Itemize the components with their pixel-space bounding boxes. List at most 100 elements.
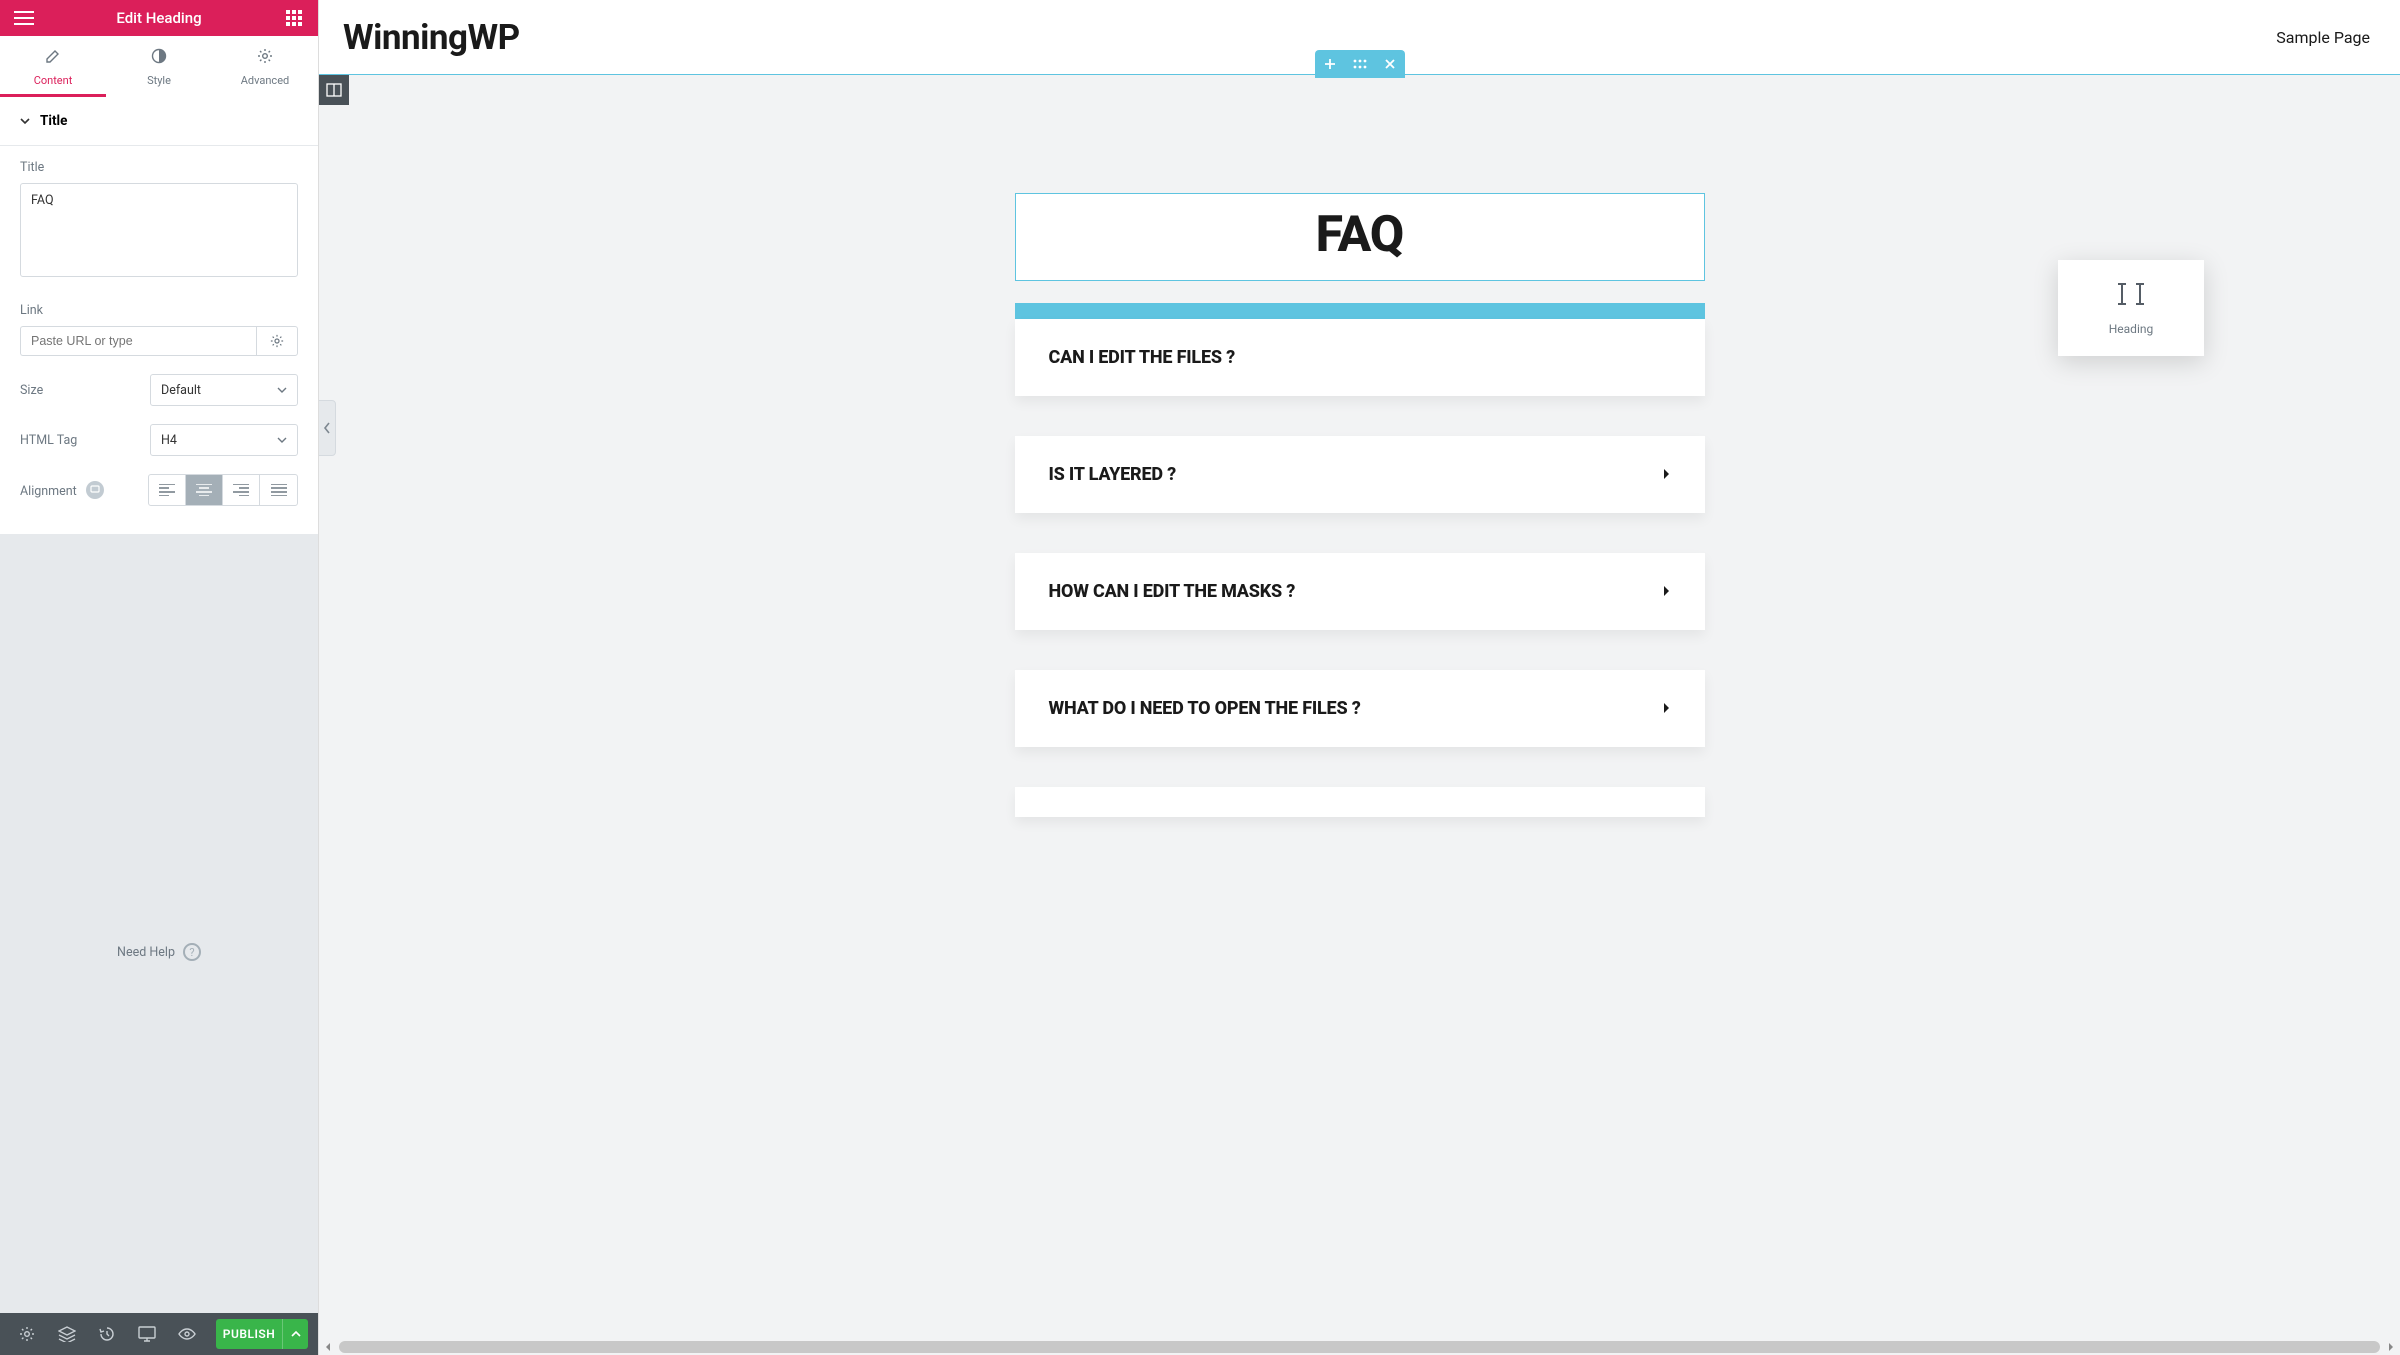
- align-left-icon: [159, 484, 175, 496]
- content-column: FAQ CAN I EDIT THE FILES ? IS IT LAYERED…: [1015, 193, 1705, 817]
- link-label: Link: [20, 303, 298, 318]
- accordion-title: IS IT LAYERED ?: [1049, 464, 1176, 485]
- section-controls: [1315, 50, 1405, 78]
- site-title: WinningWP: [343, 17, 520, 58]
- tab-content[interactable]: Content: [0, 36, 106, 97]
- heading-text: FAQ: [1016, 206, 1704, 264]
- column-icon: [326, 83, 342, 97]
- tab-advanced-label: Advanced: [241, 74, 289, 87]
- tab-style-label: Style: [147, 74, 171, 87]
- accordion-item[interactable]: CAN I EDIT THE FILES ?: [1015, 319, 1705, 396]
- panel-header: Edit Heading: [0, 0, 318, 36]
- size-value: Default: [161, 383, 201, 398]
- heading-widget-icon: [2114, 280, 2148, 312]
- caret-right-icon: [1661, 699, 1671, 718]
- widgets-grid-button[interactable]: [270, 0, 318, 36]
- align-right-button[interactable]: [223, 475, 260, 505]
- align-center-icon: [196, 484, 212, 496]
- link-input[interactable]: [20, 326, 256, 356]
- content-section-body: Title Link Size: [0, 146, 318, 535]
- settings-button[interactable]: [10, 1317, 44, 1351]
- title-input[interactable]: [20, 183, 298, 277]
- caret-down-icon: [20, 116, 30, 126]
- history-button[interactable]: [90, 1317, 124, 1351]
- layers-icon: [58, 1326, 76, 1342]
- accordion-item[interactable]: IS IT LAYERED ?: [1015, 436, 1705, 513]
- accordion-item[interactable]: [1015, 787, 1705, 817]
- delete-section-button[interactable]: [1380, 54, 1400, 74]
- gear-icon: [19, 1326, 35, 1342]
- column-handle[interactable]: [319, 75, 349, 105]
- scroll-left-button[interactable]: [319, 1339, 337, 1355]
- html-tag-label: HTML Tag: [20, 433, 77, 448]
- caret-down-icon: [277, 385, 287, 395]
- caret-up-icon: [291, 1330, 301, 1338]
- need-help-label: Need Help: [117, 945, 175, 960]
- accordion-title: HOW CAN I EDIT THE MASKS ?: [1049, 581, 1296, 602]
- title-label: Title: [20, 160, 298, 175]
- eye-icon: [178, 1328, 196, 1340]
- close-icon: [1385, 59, 1395, 69]
- align-center-button[interactable]: [186, 475, 223, 505]
- history-icon: [99, 1326, 115, 1342]
- panel-footer: PUBLISH: [0, 1313, 318, 1355]
- tab-advanced[interactable]: Advanced: [212, 36, 318, 97]
- insert-indicator: [1015, 303, 1705, 319]
- publish-button[interactable]: PUBLISH: [216, 1319, 282, 1349]
- link-options-button[interactable]: [256, 326, 298, 356]
- tab-content-label: Content: [34, 74, 73, 87]
- nav-link-sample-page[interactable]: Sample Page: [2276, 28, 2370, 47]
- desktop-icon: [138, 1326, 156, 1342]
- accordion-item[interactable]: HOW CAN I EDIT THE MASKS ?: [1015, 553, 1705, 630]
- accordion-item[interactable]: WHAT DO I NEED TO OPEN THE FILES ?: [1015, 670, 1705, 747]
- hamburger-menu-button[interactable]: [0, 0, 48, 36]
- accordion-title: CAN I EDIT THE FILES ?: [1049, 347, 1235, 368]
- chevron-left-icon: [323, 422, 331, 434]
- grid-icon: [286, 10, 302, 26]
- pencil-icon: [0, 48, 106, 68]
- drag-handle-icon: [1353, 59, 1367, 69]
- section-toggle-title[interactable]: Title: [0, 97, 318, 146]
- panel-title: Edit Heading: [48, 9, 270, 27]
- dragging-heading-widget[interactable]: Heading: [2058, 260, 2204, 356]
- tab-style[interactable]: Style: [106, 36, 212, 97]
- align-left-button[interactable]: [149, 475, 186, 505]
- heading-widget-selected[interactable]: FAQ: [1015, 193, 1705, 281]
- size-select[interactable]: Default: [150, 374, 298, 406]
- alignment-group: [148, 474, 298, 506]
- accordion-title: WHAT DO I NEED TO OPEN THE FILES ?: [1049, 698, 1361, 719]
- horizontal-scrollbar[interactable]: [319, 1339, 2400, 1355]
- caret-right-icon: [1661, 465, 1671, 484]
- contrast-icon: [106, 48, 212, 68]
- align-justify-icon: [271, 484, 287, 496]
- section-title-label: Title: [40, 113, 67, 129]
- caret-left-icon: [324, 1342, 332, 1352]
- preview-canvas: WinningWP Sample Page FAQ: [319, 0, 2400, 1355]
- html-tag-select[interactable]: H4: [150, 424, 298, 456]
- caret-down-icon: [277, 435, 287, 445]
- preview-button[interactable]: [170, 1317, 204, 1351]
- publish-options-button[interactable]: [282, 1319, 308, 1349]
- need-help-link[interactable]: Need Help ?: [117, 591, 201, 1313]
- collapse-panel-button[interactable]: [319, 400, 336, 456]
- scroll-right-button[interactable]: [2382, 1339, 2400, 1355]
- gear-icon: [270, 334, 284, 348]
- editor-panel: Edit Heading Content Style: [0, 0, 319, 1355]
- responsive-mode-button[interactable]: [130, 1317, 164, 1351]
- gear-icon: [212, 48, 318, 68]
- responsive-icon[interactable]: [86, 481, 104, 499]
- question-icon: ?: [183, 943, 201, 961]
- align-right-icon: [233, 484, 249, 496]
- caret-right-icon: [2387, 1342, 2395, 1352]
- plus-icon: [1324, 58, 1336, 70]
- html-tag-value: H4: [161, 433, 177, 448]
- dragging-widget-label: Heading: [2109, 322, 2154, 336]
- scrollbar-track[interactable]: [339, 1341, 2380, 1353]
- size-label: Size: [20, 383, 43, 398]
- alignment-label: Alignment: [20, 481, 104, 499]
- panel-tabs: Content Style Advanced: [0, 36, 318, 97]
- navigator-button[interactable]: [50, 1317, 84, 1351]
- add-section-button[interactable]: [1320, 54, 1340, 74]
- edit-section-button[interactable]: [1350, 54, 1370, 74]
- align-justify-button[interactable]: [260, 475, 297, 505]
